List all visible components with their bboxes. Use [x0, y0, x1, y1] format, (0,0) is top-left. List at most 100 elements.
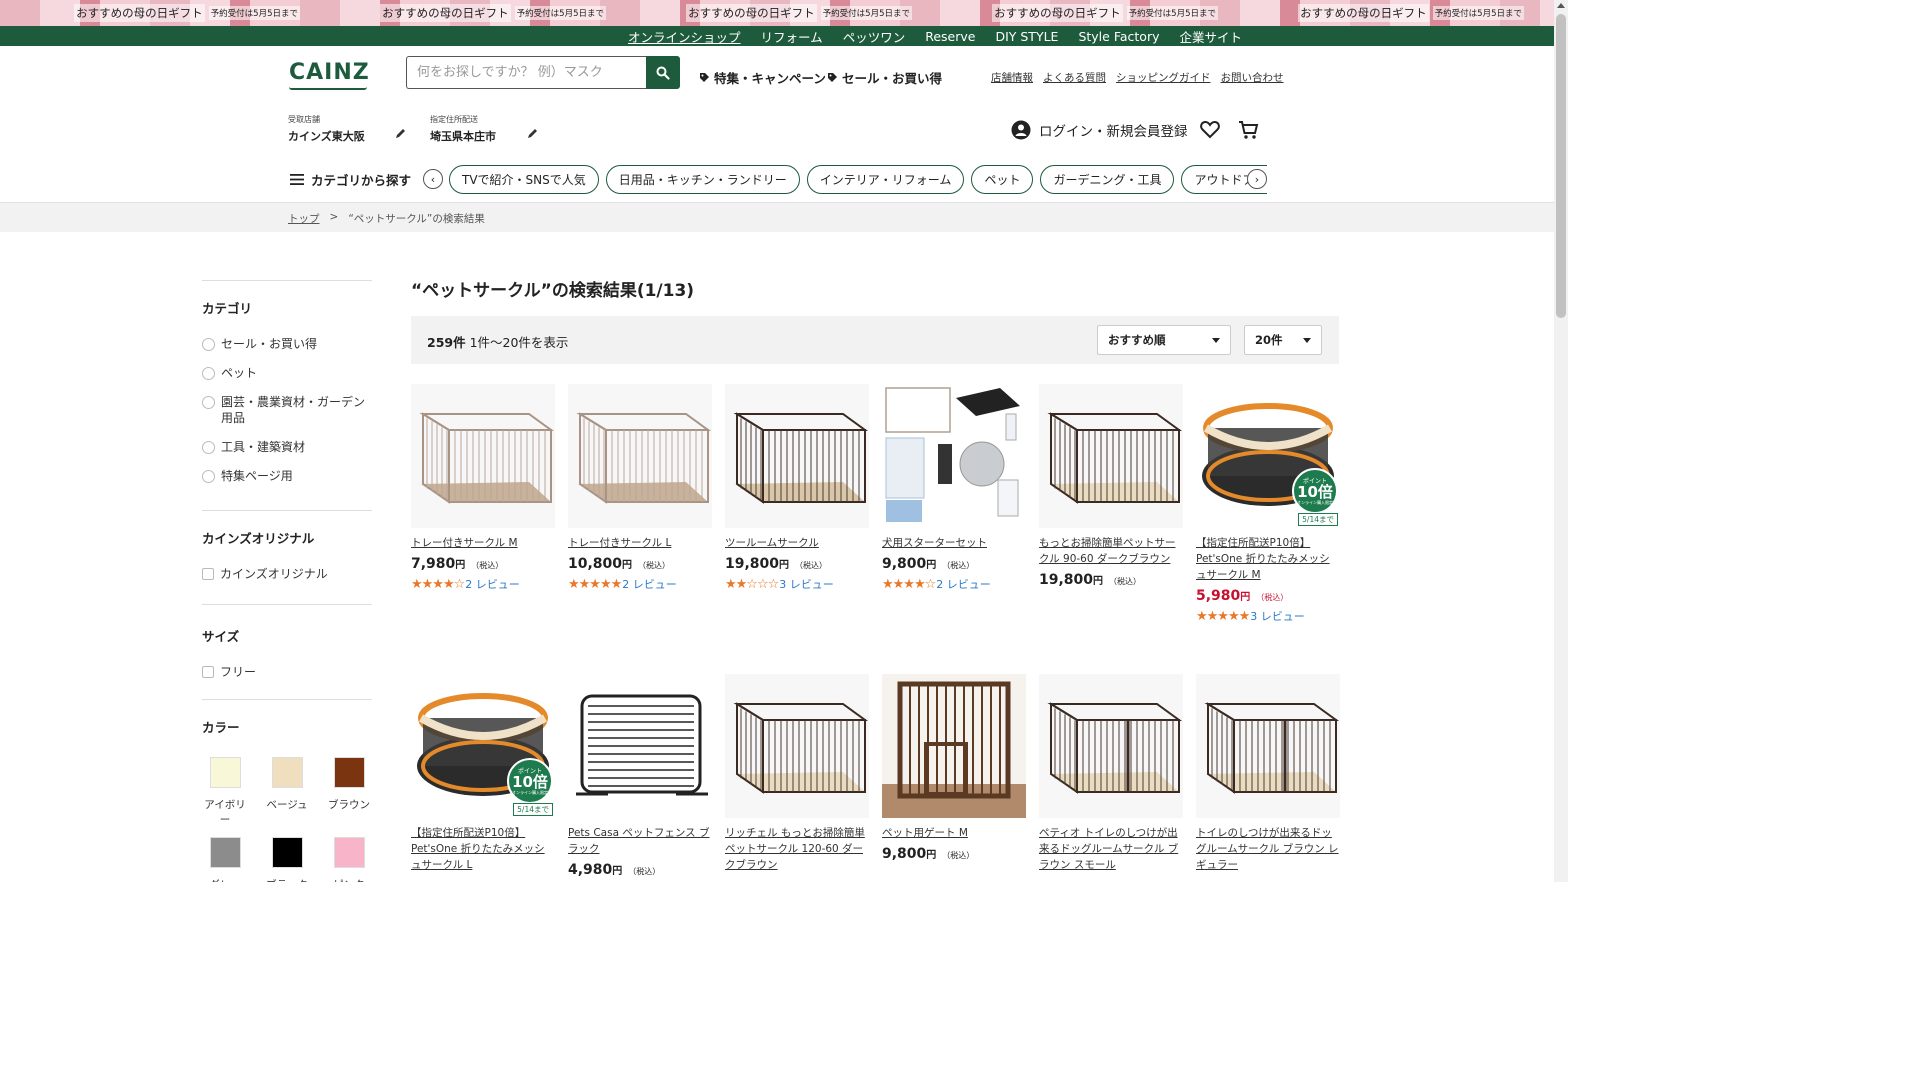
product-name-link[interactable]: 【指定住所配送P10倍】Pet'sOne 折りたたみメッシュサークル L [411, 825, 555, 873]
product-card[interactable]: ペティオ トイレのしつけが出来るドッグルームサークル ブラウン スモール [1039, 674, 1183, 873]
sort-select[interactable]: おすすめ順 [1097, 325, 1231, 355]
product-image[interactable] [568, 674, 712, 818]
edit-address-pencil-icon[interactable] [527, 128, 538, 139]
product-name-link[interactable]: トレー付きサークル L [568, 535, 712, 551]
scrollbar-thumb[interactable] [1556, 14, 1566, 318]
favorite-heart-icon[interactable] [1200, 120, 1220, 139]
price-tax-note: （税込） [1109, 577, 1142, 586]
radio-button[interactable] [202, 441, 215, 454]
product-name-link[interactable]: ツールームサークル [725, 535, 869, 551]
product-image[interactable] [725, 384, 869, 528]
filter-category-option[interactable]: 特集ページ用 [202, 468, 372, 484]
filter-original-option[interactable]: カインズオリジナル [202, 566, 372, 582]
product-price-value: 9,800 [882, 846, 927, 862]
product-card[interactable]: トイレのしつけが出来るドッグルームサークル ブラウン レギュラー [1196, 674, 1340, 873]
category-next-button[interactable]: › [1247, 169, 1267, 189]
contact-link[interactable]: お問い合わせ [1221, 70, 1284, 85]
top-nav-link[interactable]: Style Factory [1078, 29, 1159, 44]
product-card[interactable]: ツールームサークル 19,800円 （税込） ★★☆☆☆ 3 レビュー [725, 384, 869, 592]
product-name-link[interactable]: リッチェル もっとお掃除簡単ペットサークル 120-60 ダークブラウン [725, 825, 869, 873]
top-nav-link[interactable]: DIY STYLE [995, 29, 1058, 44]
product-image[interactable]: ポイント 10倍 オンライン購入限定 5/14まで [1196, 384, 1340, 528]
scroll-up-arrow-icon[interactable] [1557, 3, 1565, 8]
product-image[interactable] [568, 384, 712, 528]
product-name-link[interactable]: もっとお掃除簡単ペットサークル 90-60 ダークブラウン [1039, 535, 1183, 567]
shopping-guide-link[interactable]: ショッピングガイド [1116, 70, 1211, 85]
campaign-link-label: 特集・キャンペーン [714, 71, 826, 86]
color-swatch[interactable]: アイボリー [202, 757, 248, 828]
promo-banner[interactable]: おすすめの母の日ギフト 予約受付は5月5日まで おすすめの母の日ギフト 予約受付は5月… [0, 0, 1554, 26]
category-prev-button[interactable]: ‹ [423, 169, 443, 189]
color-swatch[interactable]: ピンク [326, 837, 372, 882]
product-name-link[interactable]: Pets Casa ペットフェンス ブラック [568, 825, 712, 857]
product-image[interactable] [725, 674, 869, 818]
top-nav-link[interactable]: オンラインショップ [628, 27, 741, 46]
top-nav-link[interactable]: 企業サイト [1179, 27, 1242, 46]
product-card[interactable]: ポイント 10倍 オンライン購入限定 5/14まで【指定住所配送P10倍】Pet'sO… [1196, 384, 1340, 624]
product-image[interactable] [1039, 674, 1183, 818]
color-swatch[interactable]: ブラック [264, 837, 310, 882]
top-nav-link[interactable]: リフォーム [761, 27, 823, 46]
category-pill[interactable]: ペット [971, 165, 1034, 194]
cart-icon[interactable] [1238, 120, 1259, 140]
color-swatch[interactable]: ブラウン [326, 757, 372, 828]
sale-link[interactable]: セール・お買い得 [827, 68, 942, 87]
product-image[interactable] [1196, 674, 1340, 818]
product-image[interactable] [882, 384, 1026, 528]
filter-category-option[interactable]: セール・お買い得 [202, 336, 372, 352]
breadcrumb-home-link[interactable]: トップ [288, 211, 320, 226]
product-image[interactable] [1039, 384, 1183, 528]
product-name-link[interactable]: 犬用スターターセット [882, 535, 1026, 551]
per-page-select[interactable]: 20件 [1244, 325, 1322, 355]
cainz-logo[interactable]: CAINZ [289, 60, 369, 90]
store-info-link[interactable]: 店舗情報 [991, 70, 1033, 85]
product-image[interactable]: ポイント 10倍 オンライン購入限定 5/14まで [411, 674, 555, 818]
radio-button[interactable] [202, 396, 215, 409]
product-name-link[interactable]: トレー付きサークル M [411, 535, 555, 551]
product-image[interactable] [411, 384, 555, 528]
product-image[interactable] [882, 674, 1026, 818]
search-button[interactable] [646, 56, 680, 89]
filter-size-option[interactable]: フリー [202, 664, 372, 680]
product-card[interactable]: ペット用ゲート M 9,800円 （税込） [882, 674, 1026, 862]
campaign-link[interactable]: 特集・キャンペーン [699, 68, 826, 87]
top-nav-link[interactable]: ペッツワン [843, 27, 906, 46]
product-name-link[interactable]: ペット用ゲート M [882, 825, 1026, 841]
review-link[interactable]: 3 レビュー [1250, 608, 1305, 624]
product-card[interactable]: もっとお掃除簡単ペットサークル 90-60 ダークブラウン 19,800円 （税込） [1039, 384, 1183, 588]
radio-button[interactable] [202, 338, 215, 351]
filter-category-option[interactable]: 工具・建築資材 [202, 439, 372, 455]
radio-button[interactable] [202, 470, 215, 483]
filter-category-option[interactable]: ペット [202, 365, 372, 381]
radio-button[interactable] [202, 367, 215, 380]
product-card[interactable]: トレー付きサークル L 10,800円 （税込） ★★★★★ 2 レビュー [568, 384, 712, 592]
faq-link[interactable]: よくある質問 [1043, 70, 1106, 85]
checkbox[interactable] [202, 666, 214, 678]
product-card[interactable]: リッチェル もっとお掃除簡単ペットサークル 120-60 ダークブラウン [725, 674, 869, 873]
color-swatch[interactable]: グレー [202, 837, 248, 882]
product-card[interactable]: 犬用スターターセット 9,800円 （税込） ★★★★☆ 2 レビュー [882, 384, 1026, 592]
product-card[interactable]: トレー付きサークル M 7,980円 （税込） ★★★★☆ 2 レビュー [411, 384, 555, 592]
product-name-link[interactable]: ペティオ トイレのしつけが出来るドッグルームサークル ブラウン スモール [1039, 825, 1183, 873]
filter-category-option[interactable]: 園芸・農業資材・ガーデン用品 [202, 394, 372, 426]
product-card[interactable]: ポイント 10倍 オンライン購入限定 5/14まで【指定住所配送P10倍】Pet'sO… [411, 674, 555, 873]
product-name-link[interactable]: 【指定住所配送P10倍】Pet'sOne 折りたたみメッシュサークル M [1196, 535, 1340, 583]
review-link[interactable]: 2 レビュー [622, 576, 677, 592]
checkbox[interactable] [202, 568, 214, 580]
category-pill[interactable]: ガーデニング・工具 [1040, 165, 1175, 194]
product-name-link[interactable]: トイレのしつけが出来るドッグルームサークル ブラウン レギュラー [1196, 825, 1340, 873]
category-pill[interactable]: TVで紹介・SNSで人気 [449, 165, 599, 194]
product-card[interactable]: Pets Casa ペットフェンス ブラック 4,980円 （税込） [568, 674, 712, 878]
rating-stars-icon: ★★★★☆ [882, 576, 936, 592]
review-link[interactable]: 3 レビュー [779, 576, 834, 592]
color-swatch[interactable]: ベージュ [264, 757, 310, 828]
review-link[interactable]: 2 レビュー [465, 576, 520, 592]
category-pill[interactable]: インテリア・リフォーム [806, 165, 965, 194]
login-link[interactable]: ログイン・新規会員登録 [1011, 120, 1188, 140]
category-pill[interactable]: 日用品・キッチン・ランドリー [605, 165, 800, 194]
category-menu-button[interactable]: カテゴリから探す [289, 170, 411, 189]
search-input[interactable] [406, 56, 646, 89]
edit-store-pencil-icon[interactable] [395, 128, 406, 139]
review-link[interactable]: 2 レビュー [936, 576, 991, 592]
top-nav-link[interactable]: Reserve [925, 29, 975, 44]
